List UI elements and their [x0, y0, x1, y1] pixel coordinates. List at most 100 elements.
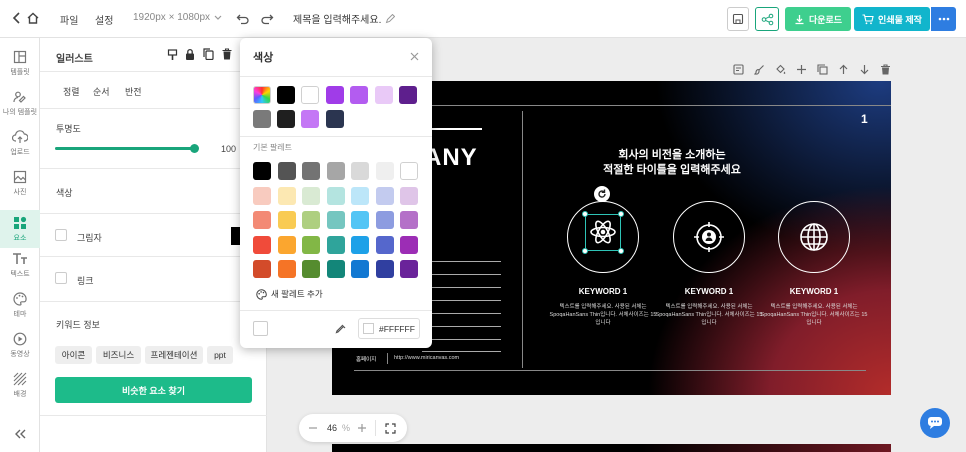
palette-color-swatch[interactable] — [400, 186, 418, 205]
zoom-value[interactable]: 46 — [327, 423, 337, 433]
rotate-handle[interactable] — [594, 186, 610, 202]
fullscreen-icon[interactable] — [385, 423, 396, 434]
nav-template[interactable]: 템플릿 — [0, 44, 40, 82]
tab-order[interactable]: 순서 — [93, 85, 110, 98]
palette-color-swatch[interactable] — [400, 211, 418, 229]
keyword-title-3[interactable]: KEYWORD 1 — [759, 287, 869, 296]
recent-color-swatch[interactable] — [350, 86, 368, 104]
nav-video[interactable]: 동영상 — [0, 326, 40, 364]
nav-elements[interactable]: 요소 — [0, 210, 40, 248]
more-button[interactable] — [931, 7, 956, 31]
keyword-title-1[interactable]: KEYWORD 1 — [548, 287, 658, 296]
shadow-checkbox[interactable] — [55, 229, 67, 241]
keyword-desc-3[interactable]: 텍스트를 입력해주세요. 사용된 서체는 SpoqaHanSans Thin입니… — [759, 303, 869, 327]
plus-icon[interactable] — [796, 64, 807, 75]
undo-icon[interactable] — [236, 12, 250, 26]
palette-color-swatch[interactable] — [302, 235, 320, 254]
palette-color-swatch[interactable] — [375, 235, 394, 254]
zoom-out-icon[interactable] — [309, 427, 317, 429]
hex-input[interactable]: #FFFFFF — [358, 318, 420, 339]
save-button[interactable] — [727, 7, 749, 31]
palette-color-swatch[interactable] — [375, 186, 394, 205]
keyword-desc-2[interactable]: 텍스트를 입력해주세요. 사용된 서체는 SpoqaHanSans Thin입니… — [654, 303, 764, 327]
palette-color-swatch[interactable] — [302, 211, 320, 229]
file-menu[interactable]: 파일 — [60, 12, 78, 27]
duplicate-icon[interactable] — [817, 64, 828, 75]
company-text[interactable]: ANY — [424, 144, 478, 172]
resize-handle[interactable] — [582, 211, 588, 217]
palette-color-swatch[interactable] — [400, 260, 418, 278]
recent-color-swatch[interactable] — [301, 86, 319, 104]
palette-color-swatch[interactable] — [351, 186, 369, 205]
palette-color-swatch[interactable] — [351, 211, 369, 229]
palette-color-swatch[interactable] — [351, 235, 369, 254]
palette-color-swatch[interactable] — [253, 211, 271, 229]
copy-icon[interactable] — [203, 48, 214, 60]
palette-color-swatch[interactable] — [351, 162, 369, 180]
palette-color-swatch[interactable] — [326, 211, 345, 229]
opacity-slider-thumb[interactable] — [190, 144, 199, 153]
recent-color-swatch[interactable] — [253, 110, 271, 128]
palette-color-swatch[interactable] — [326, 260, 345, 278]
keyword-chip[interactable]: 비즈니스 — [96, 346, 141, 364]
palette-color-swatch[interactable] — [302, 260, 320, 278]
title-input[interactable]: 제목을 입력해주세요. — [293, 11, 396, 26]
tab-align[interactable]: 정렬 — [63, 85, 80, 98]
palette-color-swatch[interactable] — [253, 186, 271, 205]
recent-color-swatch[interactable] — [277, 110, 295, 128]
share-button[interactable] — [755, 7, 779, 31]
paint-icon[interactable] — [167, 49, 178, 61]
close-icon[interactable] — [410, 52, 419, 61]
link-checkbox[interactable] — [55, 272, 67, 284]
palette-color-swatch[interactable] — [277, 235, 296, 254]
palette-color-swatch[interactable] — [277, 162, 296, 180]
palette-color-swatch[interactable] — [375, 211, 394, 229]
lock-icon[interactable] — [185, 48, 195, 61]
palette-color-swatch[interactable] — [253, 260, 271, 278]
recent-color-swatch[interactable] — [326, 86, 344, 104]
recent-color-swatch[interactable] — [277, 86, 295, 104]
keyword-chip[interactable]: 프레젠테이션 — [145, 346, 203, 364]
recent-color-swatch[interactable] — [375, 86, 393, 104]
palette-color-swatch[interactable] — [326, 186, 345, 205]
tab-flip[interactable]: 반전 — [125, 85, 142, 98]
fill-bucket-icon[interactable] — [775, 64, 786, 75]
palette-color-swatch[interactable] — [253, 162, 271, 180]
palette-color-swatch[interactable] — [400, 162, 418, 180]
nav-text[interactable]: 텍스트 — [0, 246, 40, 284]
palette-color-swatch[interactable] — [326, 235, 345, 254]
zoom-in-icon[interactable] — [358, 424, 366, 432]
palette-color-swatch[interactable] — [302, 186, 320, 205]
recent-color-swatch[interactable] — [301, 110, 319, 128]
nav-photo[interactable]: 사진 — [0, 164, 40, 202]
find-similar-button[interactable]: 비슷한 요소 찾기 — [55, 377, 252, 403]
delete-page-icon[interactable] — [880, 64, 891, 75]
size-dropdown[interactable]: 1920px × 1080px — [133, 12, 222, 23]
palette-color-swatch[interactable] — [375, 162, 394, 180]
keyword-desc-1[interactable]: 텍스트를 입력해주세요. 사용된 서체는 SpoqaHanSans Thin입니… — [548, 303, 658, 327]
memo-icon[interactable] — [733, 64, 744, 75]
download-button[interactable]: 다운로드 — [785, 7, 851, 31]
nav-my-template[interactable]: 나의 템플릿 — [0, 84, 40, 122]
opacity-value[interactable]: 100 — [221, 144, 236, 154]
nav-upload[interactable]: 업로드 — [0, 124, 40, 162]
opacity-slider[interactable] — [55, 144, 199, 153]
arrow-down-icon[interactable] — [859, 64, 870, 75]
palette-color-swatch[interactable] — [253, 235, 271, 254]
palette-color-swatch[interactable] — [326, 162, 345, 180]
recent-color-swatch[interactable] — [326, 110, 344, 128]
palette-color-swatch[interactable] — [277, 260, 296, 278]
eyedropper-icon[interactable] — [335, 323, 347, 335]
keyword-chip[interactable]: ppt — [207, 346, 233, 364]
palette-color-swatch[interactable] — [277, 211, 296, 229]
collapse-icon[interactable] — [13, 428, 27, 440]
print-order-button[interactable]: 인쇄물 제작 — [854, 7, 930, 31]
next-page-canvas[interactable] — [332, 444, 891, 452]
resize-handle[interactable] — [618, 248, 624, 254]
nav-background[interactable]: 배경 — [0, 366, 40, 404]
custom-color-picker[interactable] — [253, 86, 271, 104]
redo-icon[interactable] — [260, 12, 274, 26]
keyword-title-2[interactable]: KEYWORD 1 — [654, 287, 764, 296]
brush-icon[interactable] — [754, 64, 765, 75]
chat-button[interactable] — [920, 408, 950, 438]
